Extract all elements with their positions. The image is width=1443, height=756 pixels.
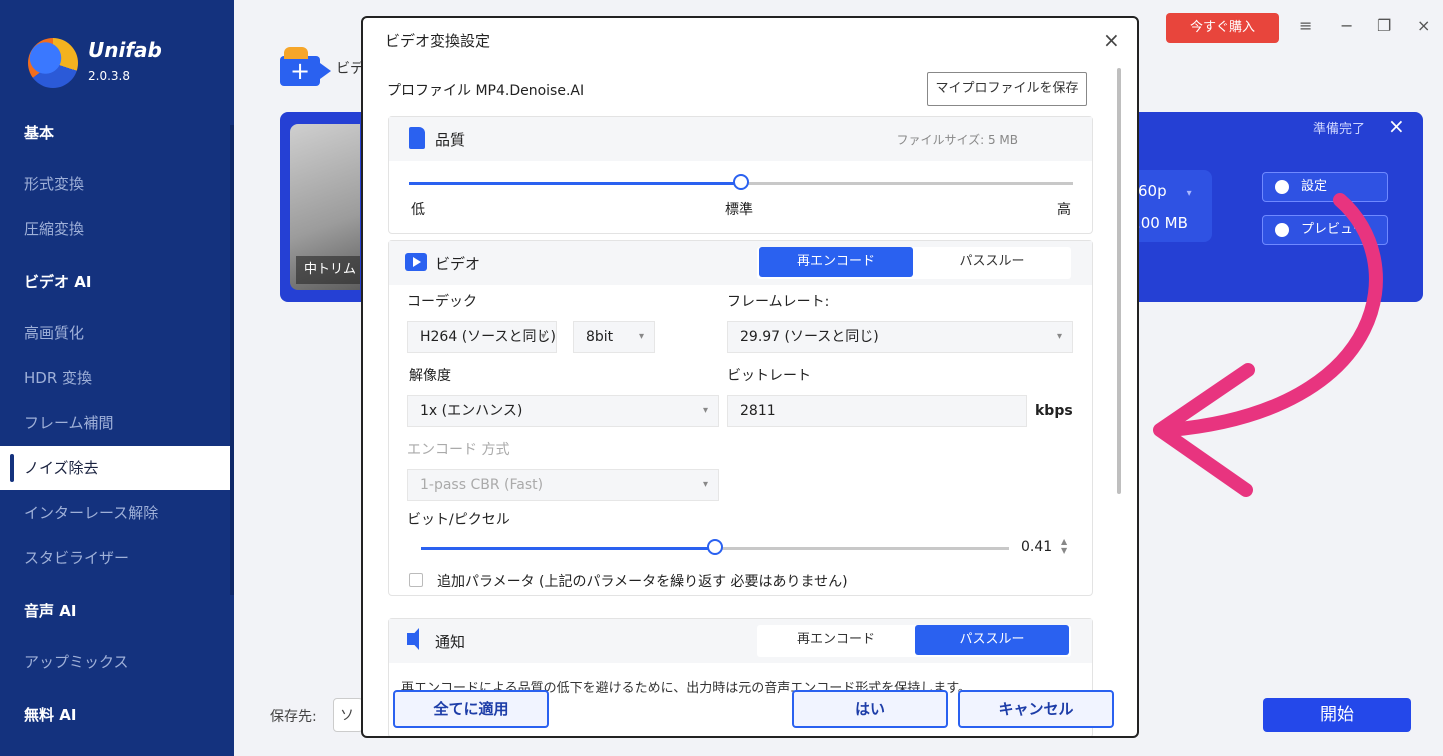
video-mode-toggle: 再エンコード パススルー bbox=[757, 247, 1071, 279]
codec-label: コーデック bbox=[407, 294, 477, 310]
sidebar-item-denoise[interactable]: ノイズ除去 bbox=[0, 446, 232, 490]
audio-tab-reencode[interactable]: 再エンコード bbox=[759, 625, 913, 655]
buy-now-button[interactable]: 今すぐ購入 bbox=[1166, 13, 1279, 43]
start-button[interactable]: 開始 bbox=[1263, 698, 1411, 732]
resolution-select[interactable]: 1x (エンハンス) bbox=[407, 395, 719, 427]
video-tab-reencode[interactable]: 再エンコード bbox=[759, 247, 913, 277]
dialog-title: ビデオ変換設定 bbox=[385, 32, 491, 50]
file-size: ファイルサイズ: 5 MB bbox=[896, 133, 1018, 147]
bpp-stepper-icon[interactable]: ▲ ▼ bbox=[1061, 537, 1067, 555]
document-icon bbox=[409, 127, 425, 149]
menu-icon[interactable]: ≡ bbox=[1299, 16, 1312, 35]
video-tab-passthrough[interactable]: パススルー bbox=[915, 247, 1069, 277]
video-settings-dialog: ビデオ変換設定 × プロファイル MP4.Denoise.AI マイプロファイル… bbox=[361, 16, 1139, 738]
sidebar-item-compress[interactable]: 圧縮変換 bbox=[0, 207, 232, 251]
save-profile-button[interactable]: マイプロファイルを保存 bbox=[927, 72, 1087, 106]
extra-params-checkbox[interactable] bbox=[409, 573, 423, 587]
window-close-icon[interactable]: × bbox=[1417, 16, 1430, 35]
encode-mode-select[interactable]: 1-pass CBR (Fast) bbox=[407, 469, 719, 501]
quality-slider-thumb[interactable] bbox=[733, 174, 749, 190]
sidebar-item-format-convert[interactable]: 形式変換 bbox=[0, 162, 232, 206]
quality-title: 品質 bbox=[435, 131, 466, 149]
sidebar-header-basic[interactable]: 基本 bbox=[0, 111, 232, 155]
bitrate-label: ビットレート bbox=[727, 368, 811, 384]
dialog-scrollbar[interactable] bbox=[1117, 68, 1121, 494]
save-to-field[interactable]: ソー bbox=[333, 698, 363, 732]
sidebar-item-upmix[interactable]: アップミックス bbox=[0, 640, 232, 684]
minimize-icon[interactable]: − bbox=[1340, 16, 1353, 35]
sidebar-header-audio-ai[interactable]: 音声 AI bbox=[0, 589, 232, 633]
apply-all-button[interactable]: 全てに適用 bbox=[393, 690, 549, 728]
encode-mode-label: エンコード 方式 bbox=[407, 442, 510, 458]
audio-mode-toggle: 再エンコード パススルー bbox=[757, 625, 1071, 657]
resolution-label: 解像度 bbox=[409, 368, 451, 384]
cancel-button[interactable]: キャンセル bbox=[958, 690, 1114, 728]
video-title: ビデオ bbox=[435, 255, 481, 273]
sidebar-item-frame-interpolation[interactable]: フレーム補間 bbox=[0, 401, 232, 445]
yes-button[interactable]: はい bbox=[792, 690, 948, 728]
quality-slider-fill bbox=[409, 182, 741, 185]
card-close-icon[interactable]: × bbox=[1388, 114, 1405, 138]
dialog-close-icon[interactable]: × bbox=[1103, 28, 1120, 52]
quality-standard-label: 標準 bbox=[725, 202, 753, 218]
add-video-label: ビデ bbox=[336, 61, 364, 77]
sidebar-item-deinterlace[interactable]: インターレース解除 bbox=[0, 491, 232, 535]
audio-tab-passthrough[interactable]: パススルー bbox=[915, 625, 1069, 655]
speaker-icon bbox=[407, 628, 419, 650]
video-section: ビデオ 再エンコード パススルー コーデック H264 (ソースと同じ) 8bi… bbox=[388, 240, 1093, 596]
bitrate-unit: kbps bbox=[1035, 403, 1073, 419]
task-status: 準備完了 bbox=[1313, 122, 1366, 137]
video-header: ビデオ 再エンコード パススルー bbox=[389, 241, 1092, 285]
framerate-select[interactable]: 29.97 (ソースと同じ) bbox=[727, 321, 1073, 353]
unifab-logo bbox=[28, 38, 78, 88]
bpp-value[interactable]: 0.41 bbox=[1021, 539, 1052, 555]
annotation-arrow bbox=[1153, 193, 1383, 497]
maximize-icon[interactable]: ❐ bbox=[1377, 16, 1391, 35]
audio-title: 通知 bbox=[435, 633, 466, 651]
sidebar: Unifab 2.0.3.8 基本 形式変換 圧縮変換 ビデオ AI 高画質化 … bbox=[0, 0, 234, 756]
sidebar-scrollbar[interactable] bbox=[230, 125, 234, 595]
app-version: 2.0.3.8 bbox=[88, 69, 130, 83]
app-name: Unifab bbox=[88, 38, 162, 62]
add-video-icon[interactable]: + bbox=[280, 47, 331, 86]
sidebar-item-hdr[interactable]: HDR 変換 bbox=[0, 356, 232, 400]
sidebar-header-video-ai[interactable]: ビデオ AI bbox=[0, 260, 232, 304]
save-to-label: 保存先: bbox=[270, 709, 317, 725]
codec-select[interactable]: H264 (ソースと同じ) bbox=[407, 321, 557, 353]
bpp-slider-thumb[interactable] bbox=[707, 539, 723, 555]
bits-per-pixel-label: ビット/ピクセル bbox=[407, 512, 510, 528]
quality-section: 品質 ファイルサイズ: 5 MB 低 標準 高 bbox=[388, 116, 1093, 234]
play-icon bbox=[405, 253, 427, 271]
extra-params-label: 追加パラメータ (上記のパラメータを繰り返す 必要はありません) bbox=[437, 574, 848, 590]
trim-button[interactable]: 中トリム bbox=[296, 256, 360, 284]
sidebar-header-free-ai[interactable]: 無料 AI bbox=[0, 693, 232, 737]
bitdepth-select[interactable]: 8bit bbox=[573, 321, 655, 353]
quality-header: 品質 ファイルサイズ: 5 MB bbox=[389, 117, 1092, 161]
bitrate-input[interactable]: 2811 bbox=[727, 395, 1027, 427]
audio-header: 通知 再エンコード パススルー bbox=[389, 619, 1092, 663]
sidebar-item-stabilizer[interactable]: スタビライザー bbox=[0, 536, 232, 580]
bpp-slider-fill bbox=[421, 547, 715, 550]
quality-high-label: 高 bbox=[1057, 202, 1071, 218]
sidebar-item-upscale[interactable]: 高画質化 bbox=[0, 311, 232, 355]
framerate-label: フレームレート: bbox=[727, 294, 830, 310]
quality-low-label: 低 bbox=[411, 202, 425, 218]
profile-name: プロファイル MP4.Denoise.AI bbox=[387, 83, 585, 99]
